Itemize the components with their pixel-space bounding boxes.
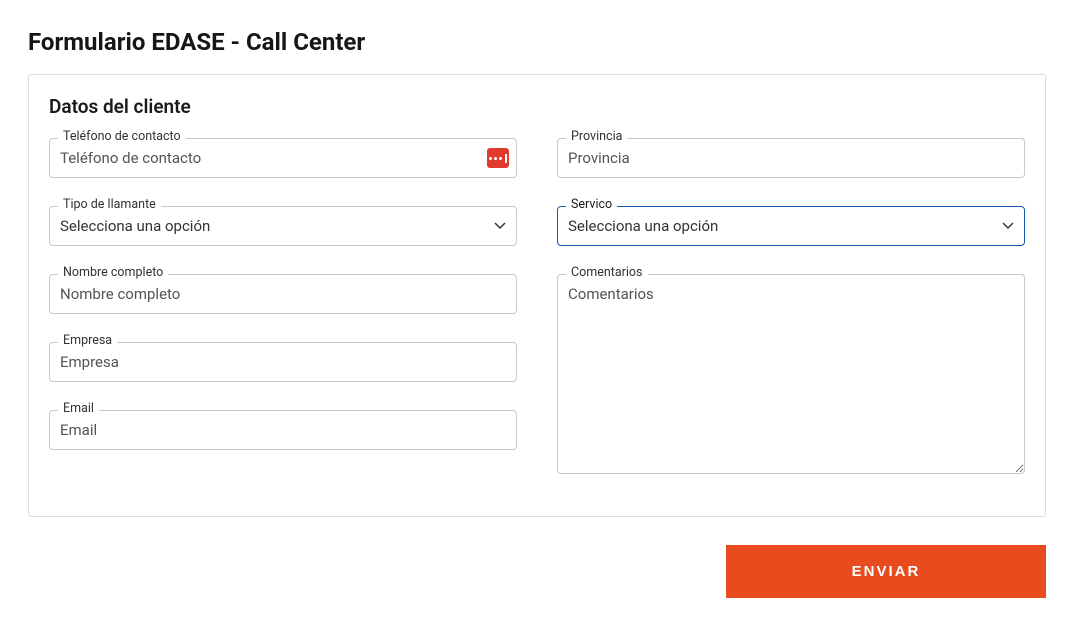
- label-provincia: Provincia: [566, 129, 627, 144]
- submit-button[interactable]: ENVIAR: [726, 545, 1046, 598]
- label-tipo-llamante: Tipo de llamante: [58, 197, 161, 212]
- label-servico: Servico: [566, 197, 617, 212]
- label-comentarios: Comentarios: [566, 265, 648, 280]
- empresa-input[interactable]: [49, 342, 517, 382]
- field-email: Email: [49, 410, 517, 450]
- section-title: Datos del cliente: [49, 95, 1025, 118]
- button-row: ENVIAR: [28, 545, 1046, 598]
- form-col-left: Teléfono de contacto Tipo de llamante Se…: [49, 138, 517, 492]
- label-telefono: Teléfono de contacto: [58, 129, 186, 144]
- form-col-right: Provincia Servico Selecciona una opción …: [557, 138, 1025, 492]
- password-manager-icon[interactable]: [487, 148, 509, 168]
- label-empresa: Empresa: [58, 333, 117, 348]
- tipo-llamante-select[interactable]: Selecciona una opción: [49, 206, 517, 246]
- field-comentarios: Comentarios: [557, 274, 1025, 478]
- nombre-input[interactable]: [49, 274, 517, 314]
- label-email: Email: [58, 401, 99, 416]
- provincia-input[interactable]: [557, 138, 1025, 178]
- servico-select[interactable]: Selecciona una opción: [557, 206, 1025, 246]
- field-provincia: Provincia: [557, 138, 1025, 178]
- field-telefono: Teléfono de contacto: [49, 138, 517, 178]
- field-tipo-llamante: Tipo de llamante Selecciona una opción: [49, 206, 517, 246]
- form-card: Datos del cliente Teléfono de contacto T…: [28, 74, 1046, 517]
- comentarios-textarea[interactable]: [557, 274, 1025, 474]
- field-nombre: Nombre completo: [49, 274, 517, 314]
- label-nombre: Nombre completo: [58, 265, 168, 280]
- form-grid: Teléfono de contacto Tipo de llamante Se…: [49, 138, 1025, 492]
- page-title: Formulario EDASE - Call Center: [28, 28, 1046, 56]
- field-empresa: Empresa: [49, 342, 517, 382]
- telefono-input[interactable]: [49, 138, 517, 178]
- email-input[interactable]: [49, 410, 517, 450]
- field-servico: Servico Selecciona una opción: [557, 206, 1025, 246]
- password-manager-dots: [489, 154, 507, 163]
